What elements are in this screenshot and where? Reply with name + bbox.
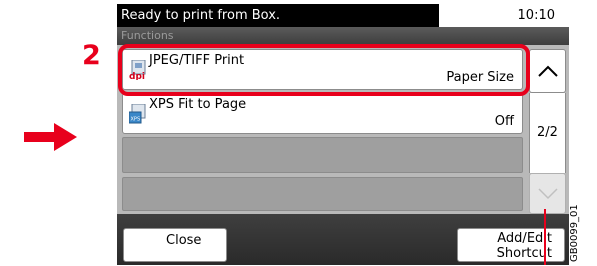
figure-id: GB0099_01 xyxy=(569,204,580,262)
empty-list-slot xyxy=(122,137,523,173)
jpeg-dpi-icon: dpi xyxy=(129,60,146,80)
right-arrow-icon xyxy=(24,123,77,151)
add-edit-shortcut-button[interactable]: Add/Edit Shortcut xyxy=(457,228,565,262)
step-number: 2 xyxy=(82,40,101,71)
clock: 10:10 xyxy=(517,8,555,23)
close-button[interactable]: Close xyxy=(123,228,227,262)
stage: 2 Ready to print from Box. 10:10 Functio… xyxy=(0,0,597,266)
svg-text:dpi: dpi xyxy=(129,72,145,80)
close-button-label: Close xyxy=(166,233,202,248)
empty-list-slot xyxy=(122,177,523,211)
list-item-jpeg-tiff-print[interactable]: dpi JPEG/TIFF Print Paper Size xyxy=(122,49,523,90)
list-item-label: JPEG/TIFF Print xyxy=(149,53,245,68)
page-indicator: 2/2 xyxy=(529,93,566,173)
touch-panel: Ready to print from Box. 10:10 Functions… xyxy=(117,4,569,265)
list-item-label: XPS Fit to Page xyxy=(149,97,247,112)
list-item-xps-fit-to-page[interactable]: XPS XPS Fit to Page Off xyxy=(122,93,523,134)
status-message: Ready to print from Box. xyxy=(117,4,439,27)
status-bar: Ready to print from Box. 10:10 xyxy=(117,4,569,27)
scroll-down-button[interactable] xyxy=(529,173,566,214)
callout-line xyxy=(544,209,546,265)
list-item-value: Off xyxy=(494,114,514,129)
scroll-up-button[interactable] xyxy=(529,49,566,93)
xps-icon: XPS xyxy=(129,104,146,124)
shortcut-label-line1: Add/Edit xyxy=(497,231,552,246)
chevron-up-icon xyxy=(538,65,558,77)
screen-title: Functions xyxy=(121,29,174,42)
scroll-controls: 2/2 xyxy=(529,49,566,214)
svg-text:XPS: XPS xyxy=(131,117,141,123)
shortcut-label-line2: Shortcut xyxy=(496,246,552,261)
list-item-value: Paper Size xyxy=(446,70,514,85)
chevron-down-icon xyxy=(538,188,558,200)
screen-header: Functions xyxy=(117,27,569,45)
bottom-bar: Close Add/Edit Shortcut xyxy=(117,214,569,265)
